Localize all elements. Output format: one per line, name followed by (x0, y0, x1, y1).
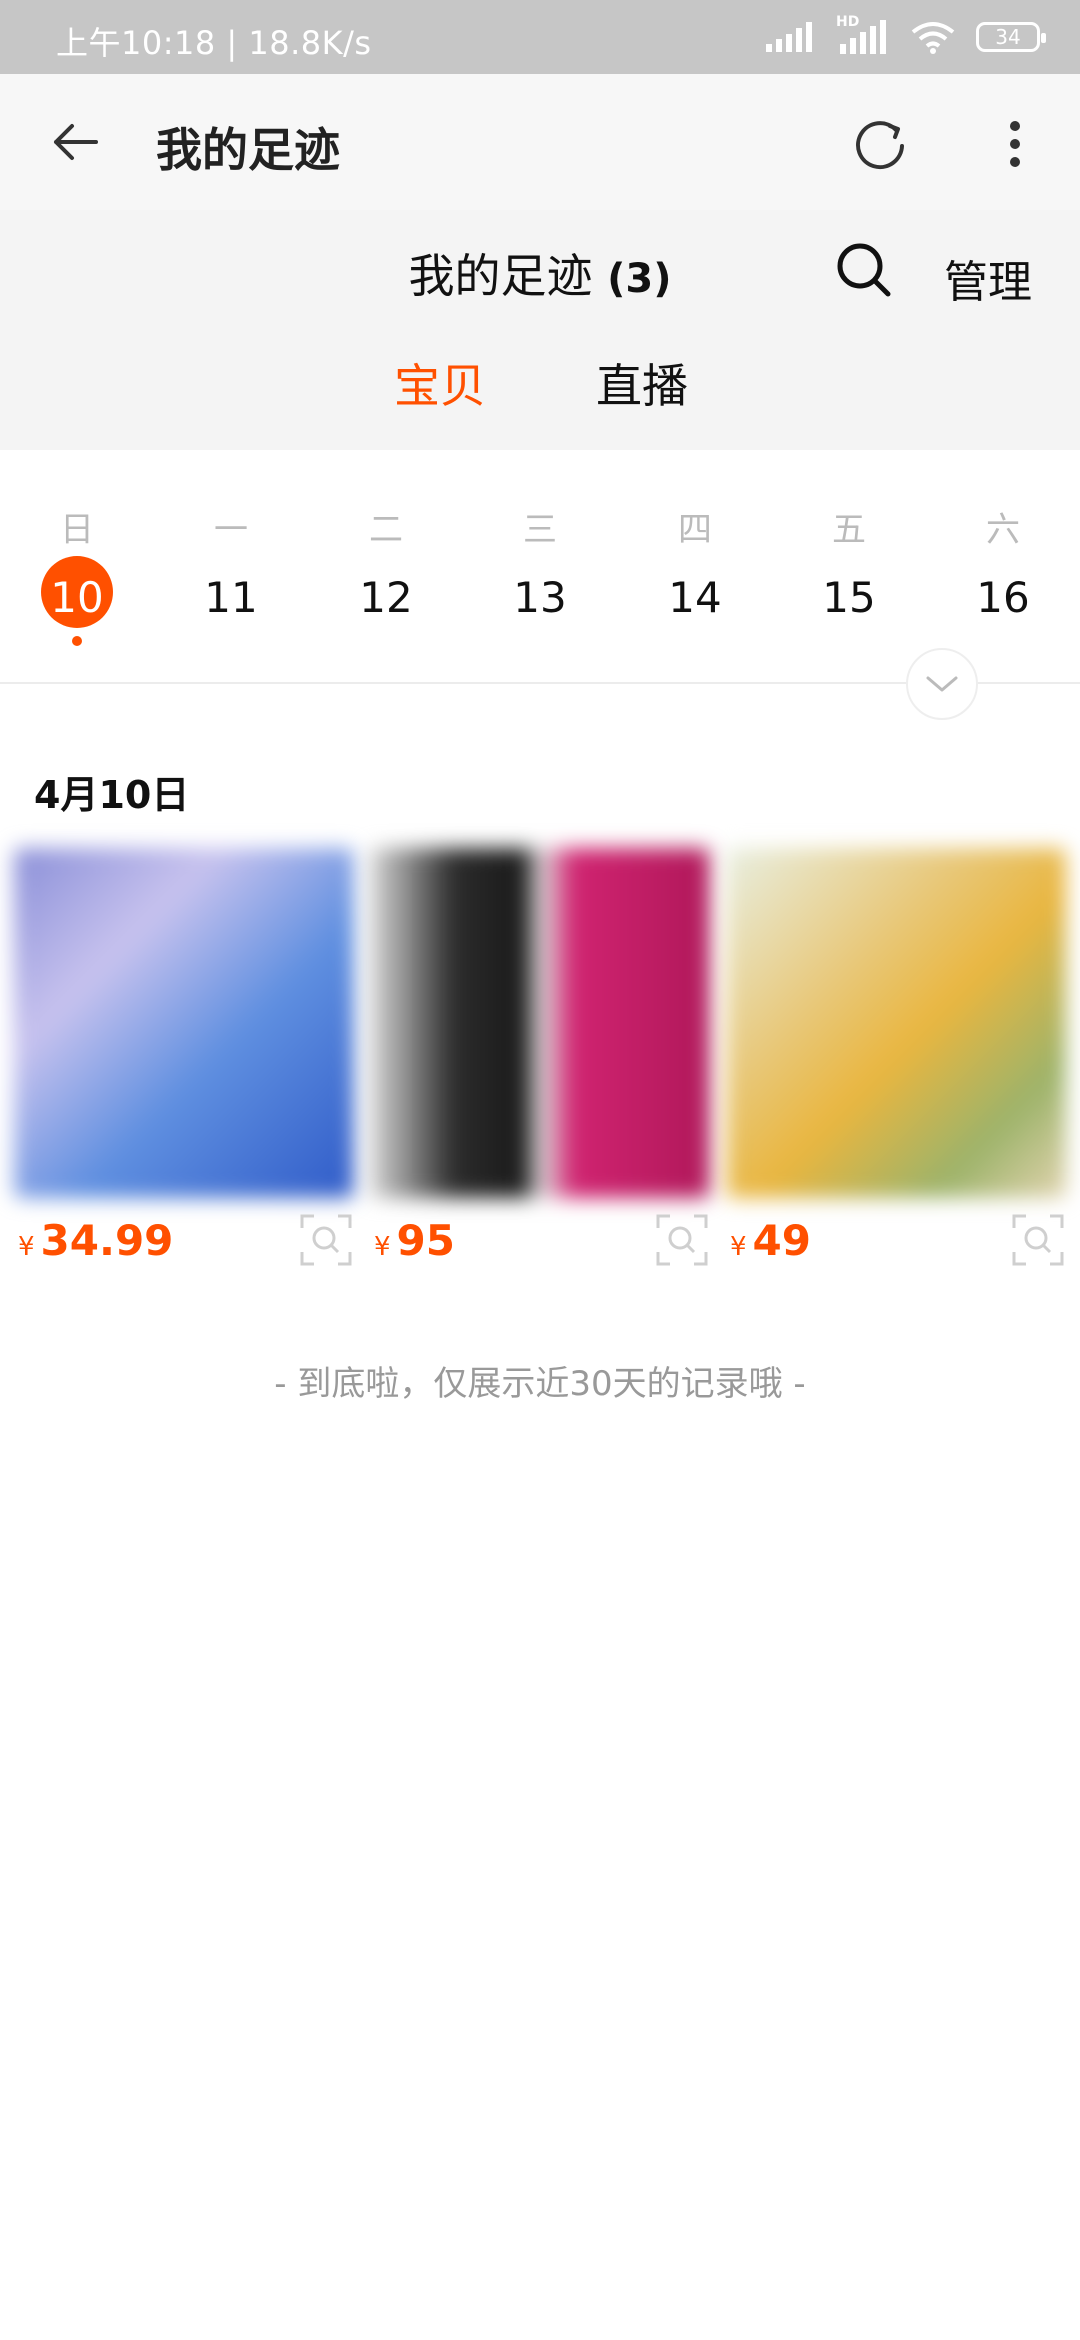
app-bar: 我的足迹 (0, 74, 1080, 210)
page-title: 我的足迹 (3) (0, 240, 1080, 306)
product-image[interactable] (14, 848, 354, 1198)
refresh-icon[interactable] (850, 114, 910, 174)
chevron-down-icon (926, 676, 958, 692)
day-number: 16 (976, 573, 1030, 622)
product-image[interactable] (726, 848, 1066, 1198)
app-bar-title: 我的足迹 (156, 123, 340, 177)
currency-symbol: ¥ (18, 1232, 35, 1262)
day-number: 12 (359, 573, 413, 622)
tab-zhibo[interactable]: 直播 (596, 350, 688, 416)
day-number: 10 (50, 573, 104, 622)
weekday-label: 五 (832, 510, 866, 550)
footprint-count: (3) (607, 256, 672, 302)
hd-signal-icon: HD (836, 14, 890, 54)
weekday-label: 六 (986, 510, 1020, 550)
product-image[interactable] (370, 848, 710, 1198)
product-card[interactable]: ¥95 (370, 848, 710, 1266)
price-value: 34.99 (40, 1216, 174, 1265)
weekday-label: 三 (523, 510, 557, 550)
network-label: HD (836, 14, 860, 30)
wifi-icon (911, 22, 955, 54)
status-time-speed: 上午10:18 | 18.8K/s (56, 24, 372, 62)
day-number: 15 (822, 573, 876, 622)
signal-icon (766, 22, 812, 52)
page-title-text: 我的足迹 (408, 249, 593, 303)
weekday-label: 一 (214, 510, 248, 550)
weekday-label: 四 (678, 510, 712, 550)
find-similar-icon[interactable] (298, 1212, 354, 1268)
product-price: ¥49 (730, 1216, 811, 1265)
has-record-dot (72, 636, 82, 646)
weekday-label: 二 (369, 510, 403, 550)
day-number: 11 (204, 573, 258, 622)
status-icons: HD 34 (766, 14, 1046, 60)
battery-icon: 34 (976, 22, 1046, 52)
product-price: ¥95 (374, 1216, 455, 1265)
search-icon[interactable] (834, 240, 894, 300)
product-price: ¥34.99 (18, 1216, 173, 1265)
price-value: 95 (396, 1216, 455, 1265)
day-number: 14 (668, 573, 722, 622)
week-calendar: 日 10 一 11 二 12 三 13 四 14 五 15 六 16 (0, 450, 1080, 684)
find-similar-icon[interactable] (654, 1212, 710, 1268)
footprint-header: 我的足迹 (3) 管理 宝贝 直播 (0, 210, 1080, 450)
status-bar: 上午10:18 | 18.8K/s HD 34 (0, 0, 1080, 74)
date-heading: 4月10日 (34, 773, 190, 817)
end-of-list-note: - 到底啦，仅展示近30天的记录哦 - (274, 1364, 806, 1404)
expand-calendar-button[interactable] (906, 648, 978, 720)
product-card[interactable]: ¥49 (726, 848, 1066, 1266)
manage-button[interactable]: 管理 (944, 246, 1032, 310)
currency-symbol: ¥ (730, 1232, 747, 1262)
currency-symbol: ¥ (374, 1232, 391, 1262)
more-options-icon[interactable] (1000, 114, 1030, 174)
price-value: 49 (752, 1216, 811, 1265)
product-card[interactable]: ¥34.99 (14, 848, 354, 1266)
weekday-label: 日 (60, 510, 94, 550)
back-arrow-icon[interactable] (48, 114, 104, 170)
tab-baobei[interactable]: 宝贝 (394, 350, 486, 416)
day-number: 13 (513, 573, 567, 622)
find-similar-icon[interactable] (1010, 1212, 1066, 1268)
